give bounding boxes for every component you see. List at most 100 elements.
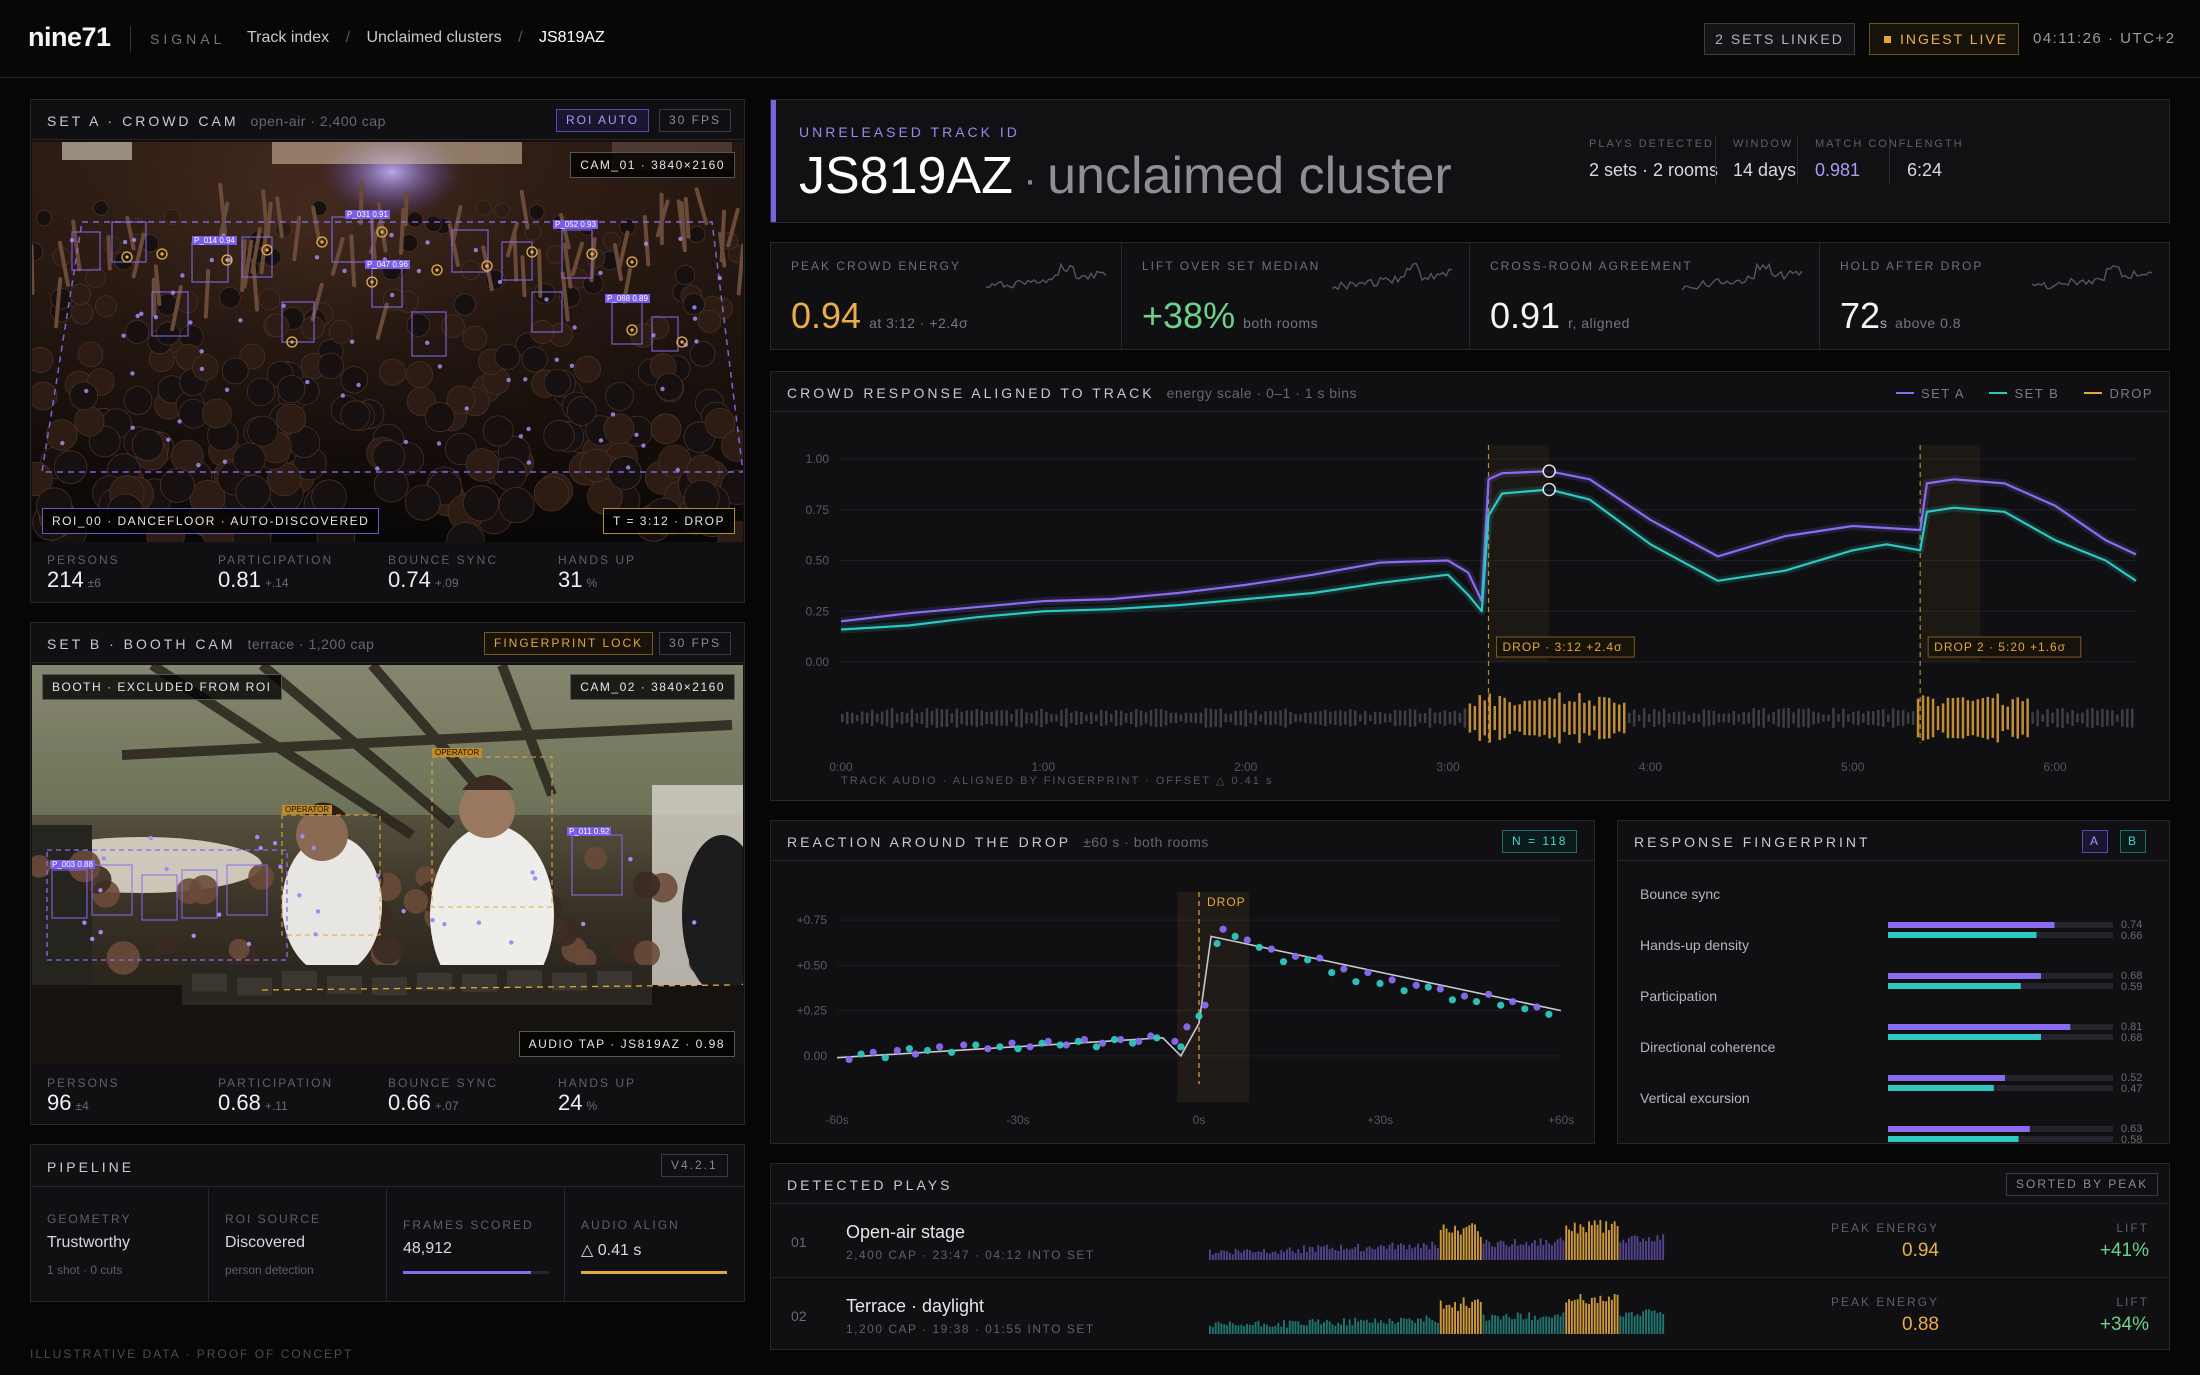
track-meta-item: WINDOW 14 days: [1733, 138, 1796, 181]
waveform-bar: [1340, 1324, 1342, 1334]
waveform-bar: [1911, 711, 1915, 725]
waveform-bar: [1224, 713, 1227, 723]
waveform-bar: [1627, 1238, 1630, 1260]
keypoint-dot: [101, 856, 106, 861]
waveform-bar: [1579, 1224, 1582, 1260]
breadcrumb-unclaimed[interactable]: Unclaimed clusters: [366, 29, 501, 46]
tracking-dot: [160, 252, 164, 256]
scatter-point: [1472, 998, 1481, 1006]
section-label[interactable]: SIGNAL: [150, 31, 225, 47]
scatter-point: [1195, 1012, 1203, 1020]
waveform-bar: [1377, 1322, 1380, 1334]
y-tick-label: +0.25: [797, 1004, 828, 1018]
pipeline-cell-roi: ROI SOURCE Discovered person detection: [209, 1188, 387, 1301]
stat-number: 24: [558, 1090, 583, 1115]
crowd-head: [35, 210, 53, 227]
breadcrumb-track-index[interactable]: Track index: [247, 29, 329, 46]
ingest-live-badge[interactable]: INGEST LIVE: [1869, 23, 2019, 55]
waveform-bar: [1752, 708, 1755, 728]
play-waveform: [1209, 1294, 1665, 1334]
lift-value: +34%: [2099, 1314, 2149, 1335]
waveform-bar: [1946, 697, 1950, 739]
fingerprint-lock-badge[interactable]: FINGERPRINT LOCK: [484, 632, 654, 655]
keypoint-dot: [300, 834, 305, 839]
fingerprint-badge-a[interactable]: A: [2082, 830, 2109, 853]
legend-drop[interactable]: DROP: [2084, 386, 2153, 401]
waveform-bar: [1248, 1250, 1251, 1260]
waveform-bar: [1531, 1320, 1533, 1334]
sets-linked-badge[interactable]: 2 SETS LINKED: [1704, 23, 1855, 55]
dj-equipment: [417, 972, 452, 991]
crowd-head: [462, 485, 499, 522]
waveform-bar: [1129, 711, 1133, 725]
play-row[interactable]: 01 Open-air stage 2,400 CAP · 23:47 · 04…: [771, 1206, 2169, 1278]
waveform-bar: [1291, 1250, 1294, 1260]
waveform-bar: [2041, 714, 2044, 722]
waveform-bar: [1628, 712, 1631, 724]
stat-value: 0.81 +.14: [218, 567, 333, 593]
meta-value: 6:24: [1907, 160, 1943, 180]
waveform-bar: [1457, 1311, 1459, 1334]
logo[interactable]: nine71: [28, 22, 111, 53]
fingerprint-badge-b[interactable]: B: [2120, 830, 2147, 853]
keypoint-dot: [509, 940, 514, 945]
booth-camera-feed[interactable]: BOOTH · EXCLUDED FROM ROI CAM_02 · 3840×…: [32, 665, 743, 1065]
waveform-bar: [1411, 1248, 1414, 1260]
waveform-bar: [1304, 712, 1307, 724]
keypoint-dot: [476, 920, 482, 925]
waveform-bar: [1431, 1320, 1434, 1334]
waveform-bar: [1459, 1303, 1462, 1334]
stat-number: 96: [47, 1090, 72, 1115]
crowd-head: [125, 319, 150, 344]
scatter-point: [1388, 976, 1396, 984]
legend-set-b[interactable]: SET B: [1989, 386, 2059, 401]
waveform-bar: [1596, 1303, 1599, 1334]
stat-label: PARTICIPATION: [218, 553, 334, 567]
waveform-bar: [1468, 1225, 1471, 1260]
crowd-head: [32, 346, 54, 373]
play-meta: 1,200 CAP · 19:38 · 01:55 INTO SET: [846, 1322, 1095, 1336]
audio-progress-fill: [581, 1271, 727, 1274]
tracking-dot: [125, 255, 129, 259]
waveform-bar: [1154, 708, 1158, 728]
waveform-bar: [1289, 712, 1292, 725]
crowd-head: [689, 341, 716, 367]
waveform-bar: [1568, 701, 1571, 735]
crowd-head: [498, 487, 535, 524]
crowd-head: [340, 400, 371, 431]
waveform-bar: [841, 713, 844, 723]
track-name: unclaimed cluster: [1047, 147, 1452, 205]
scatter-point: [905, 1045, 913, 1053]
waveform-bar: [1553, 1315, 1556, 1334]
crowd-response-chart[interactable]: 0.00 0.25 0.50 0.75 1.00 DROP · 3:12 +2.4σ DRO…: [771, 413, 2169, 800]
waveform-bar: [1380, 1320, 1382, 1334]
waveform-bar: [1439, 1229, 1442, 1260]
waveform-bar: [1419, 1248, 1422, 1260]
tracking-dot: [435, 268, 439, 272]
crowd-head: [373, 467, 409, 503]
crowd-response-panel: CROWD RESPONSE ALIGNED TO TRACK energy sc…: [770, 371, 2170, 801]
waveform-bar: [1583, 702, 1586, 734]
legend-set-a[interactable]: SET A: [1895, 386, 1964, 401]
waveform-bar: [1627, 1312, 1630, 1334]
waveform-bar: [1149, 709, 1153, 727]
roi-auto-badge[interactable]: ROI AUTO: [556, 109, 650, 132]
waveform-bar: [1251, 1325, 1254, 1334]
dj-equipment: [327, 976, 362, 995]
set-b-stats: PERSONS 96 ±4 PARTICIPATION 0.68 +.11 BOUNCE…: [31, 1067, 744, 1125]
crowd-head: [533, 476, 570, 512]
waveform-bar: [1702, 709, 1706, 727]
scatter-point: [1183, 1023, 1191, 1031]
waveform-bar: [1996, 693, 1999, 743]
waveform-bar: [1174, 712, 1178, 724]
tracking-dot: [485, 264, 489, 268]
crowd-head: [406, 313, 431, 337]
waveform-bar: [1340, 1244, 1342, 1260]
sorted-badge[interactable]: SORTED BY PEAK: [2006, 1173, 2159, 1196]
play-row[interactable]: 02 Terrace · daylight 1,200 CAP · 19:38 …: [771, 1280, 2169, 1352]
reaction-chart[interactable]: 0.00 +0.25 +0.50 +0.75 -60s -30s 0s +30s +60s DRO…: [771, 862, 1594, 1143]
crowd-camera-feed[interactable]: CAM_01 · 3840×2160 P_014 0.94 P_031 0.91…: [32, 142, 743, 542]
scatter-point: [1080, 1036, 1088, 1044]
waveform-bar: [1588, 1303, 1590, 1334]
waveform-bar: [1602, 1300, 1605, 1334]
